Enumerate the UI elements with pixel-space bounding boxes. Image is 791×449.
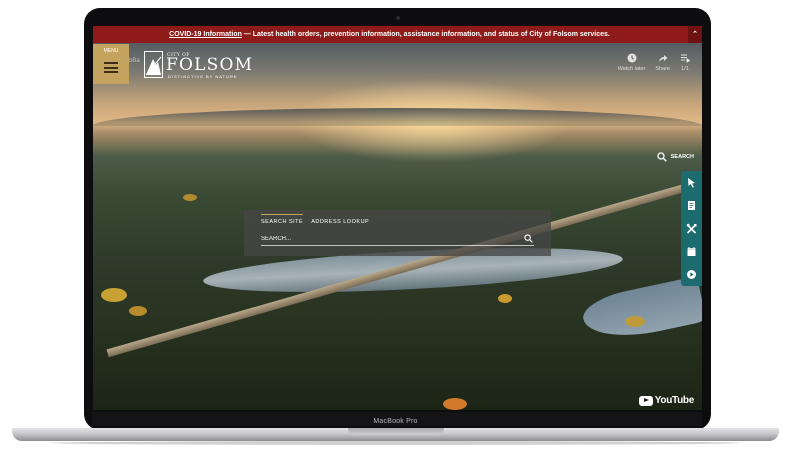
- autumn-tree: [625, 316, 645, 327]
- share-label: Share: [655, 66, 670, 72]
- youtube-brand-text: YouTube: [654, 395, 695, 406]
- folsom-emblem-icon: [144, 51, 163, 78]
- quick-link-play[interactable]: [681, 263, 702, 286]
- clock-icon: [627, 53, 636, 63]
- folsom-logo[interactable]: CITY OF FOLSOM DISTINCTIVE BY NATURE: [144, 51, 284, 81]
- watch-later-button[interactable]: Watch later: [617, 53, 646, 72]
- autumn-tree: [498, 294, 512, 303]
- quick-link-document[interactable]: [681, 194, 702, 217]
- calendar-icon: [687, 247, 696, 256]
- menu-label: MENU: [103, 48, 119, 54]
- search-panel: SEARCH SITE ADDRESS LOOKUP: [244, 210, 551, 256]
- autumn-tree: [443, 398, 467, 410]
- device-label: MacBook Pro: [373, 418, 418, 425]
- website-screen: COVID-19 Information — Latest health ord…: [93, 26, 702, 410]
- covid-banner-text: — Latest health orders, prevention infor…: [241, 31, 610, 38]
- watch-later-label: Watch later: [617, 66, 646, 72]
- laptop-notch: [348, 428, 444, 435]
- cursor-icon: [688, 178, 695, 188]
- video-actions: Watch later Share 1/1: [618, 53, 690, 72]
- video-overlay-text: bBa: [129, 58, 140, 64]
- tools-icon: [686, 223, 697, 234]
- search-submit-icon[interactable]: [524, 234, 533, 243]
- menu-button[interactable]: MENU: [93, 44, 129, 84]
- search-tabs: SEARCH SITE ADDRESS LOOKUP: [261, 214, 369, 228]
- search-toggle-button[interactable]: SEARCH: [657, 152, 694, 162]
- search-icon: [657, 152, 667, 162]
- quick-link-calendar[interactable]: [681, 240, 702, 263]
- quick-links-bar: [681, 171, 702, 286]
- laptop-shadow: [50, 441, 740, 445]
- covid-info-link[interactable]: COVID-19 Information: [169, 31, 242, 38]
- chevron-up-icon[interactable]: ⌃: [688, 26, 702, 43]
- autumn-tree: [129, 306, 147, 316]
- tab-search-site[interactable]: SEARCH SITE: [261, 214, 304, 228]
- covid-banner: COVID-19 Information — Latest health ord…: [93, 26, 702, 43]
- river-bend: [579, 276, 702, 346]
- youtube-logo[interactable]: YouTube: [638, 395, 695, 406]
- play-icon: [687, 270, 696, 279]
- logo-name: FOLSOM: [166, 55, 254, 75]
- camera: [396, 16, 400, 20]
- playlist-icon: [681, 54, 690, 63]
- search-input[interactable]: [261, 232, 511, 245]
- share-arrow-icon: [658, 55, 668, 62]
- autumn-tree: [183, 194, 197, 201]
- hamburger-icon: [104, 62, 118, 73]
- logo-tagline: DISTINCTIVE BY NATURE: [168, 74, 238, 79]
- youtube-play-icon: [638, 395, 653, 406]
- playlist-count: 1/1: [681, 66, 689, 72]
- quick-link-tools[interactable]: [681, 217, 702, 240]
- autumn-tree: [101, 288, 127, 302]
- search-toggle-label: SEARCH: [670, 154, 694, 160]
- distant-hills: [93, 108, 702, 126]
- quick-link-cursor[interactable]: [681, 171, 702, 194]
- tab-address-lookup[interactable]: ADDRESS LOOKUP: [311, 214, 369, 228]
- search-field: [261, 232, 534, 246]
- share-button[interactable]: Share: [655, 53, 670, 72]
- document-icon: [688, 201, 695, 210]
- playlist-button[interactable]: 1/1: [680, 53, 690, 72]
